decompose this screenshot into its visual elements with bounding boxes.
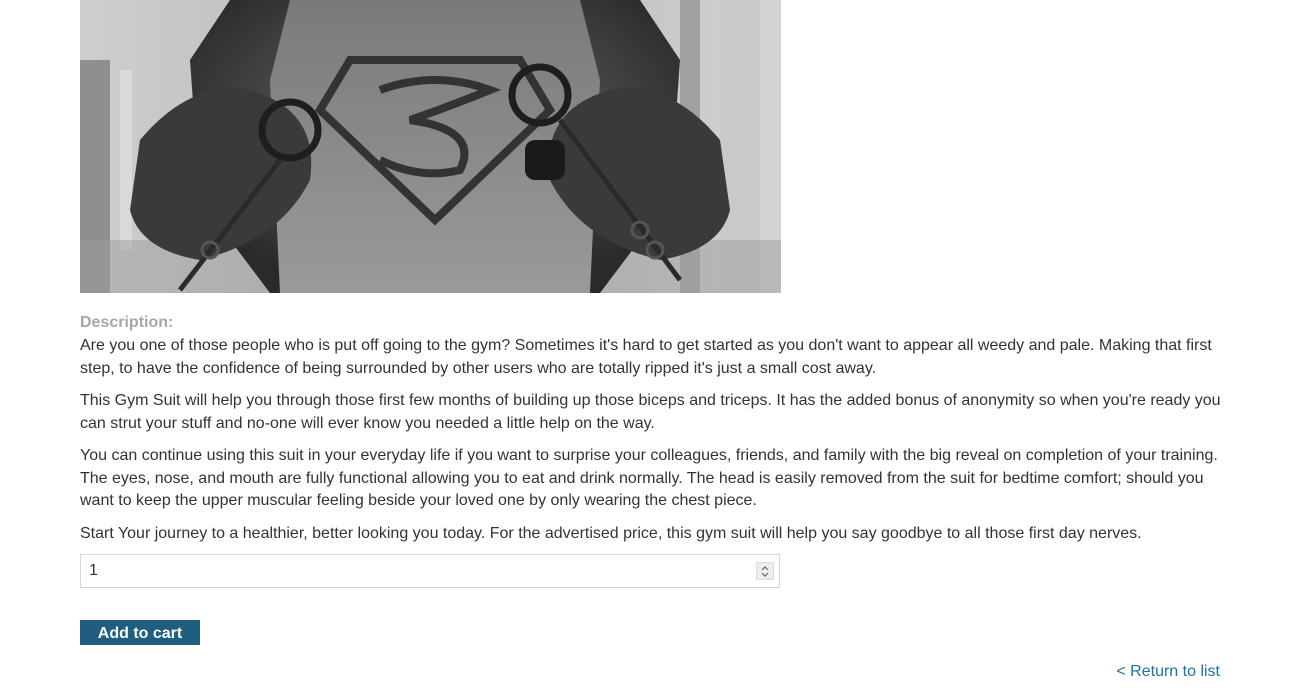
- product-image: [80, 0, 781, 293]
- product-detail-page: Description: Are you one of those people…: [0, 0, 1296, 693]
- quantity-value[interactable]: 1: [89, 562, 98, 580]
- description-paragraph: Are you one of those people who is put o…: [80, 337, 1212, 377]
- stepper-arrows-icon: [761, 566, 769, 577]
- description-paragraph: You can continue using this suit in your…: [80, 447, 1218, 509]
- quantity-stepper[interactable]: [756, 562, 774, 580]
- quantity-input[interactable]: 1: [80, 554, 780, 588]
- description-paragraph: This Gym Suit will help you through thos…: [80, 392, 1221, 432]
- product-photo: [80, 0, 781, 293]
- description-paragraph: Start Your journey to a healthier, bette…: [80, 524, 1142, 542]
- add-to-cart-button[interactable]: Add to cart: [80, 620, 200, 645]
- description-body: Are you one of those people who is put o…: [80, 335, 1222, 555]
- return-to-list-link[interactable]: < Return to list: [1116, 662, 1220, 682]
- description-label: Description:: [80, 314, 174, 331]
